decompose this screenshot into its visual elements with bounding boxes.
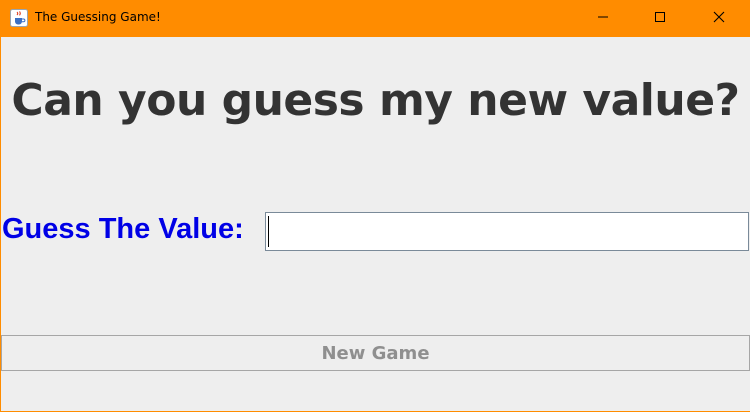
window-title: The Guessing Game! — [35, 10, 161, 24]
minimize-icon — [597, 10, 609, 28]
new-game-button[interactable]: New Game — [1, 335, 750, 371]
maximize-button[interactable] — [637, 0, 683, 37]
title-bar[interactable]: The Guessing Game! — [0, 0, 750, 37]
maximize-icon — [654, 10, 666, 28]
close-button[interactable] — [696, 0, 742, 37]
guess-label: Guess The Value: — [2, 213, 244, 245]
close-icon — [713, 10, 725, 28]
page-title: Can you guess my new value? — [11, 75, 740, 126]
minimize-button[interactable] — [580, 0, 626, 37]
java-cup-icon — [10, 9, 28, 27]
content-panel: Can you guess my new value? Guess The Va… — [1, 37, 750, 411]
guess-input[interactable] — [265, 212, 749, 251]
app-window: The Guessing Game! Can you guess my new … — [0, 0, 750, 412]
text-caret — [268, 216, 269, 247]
